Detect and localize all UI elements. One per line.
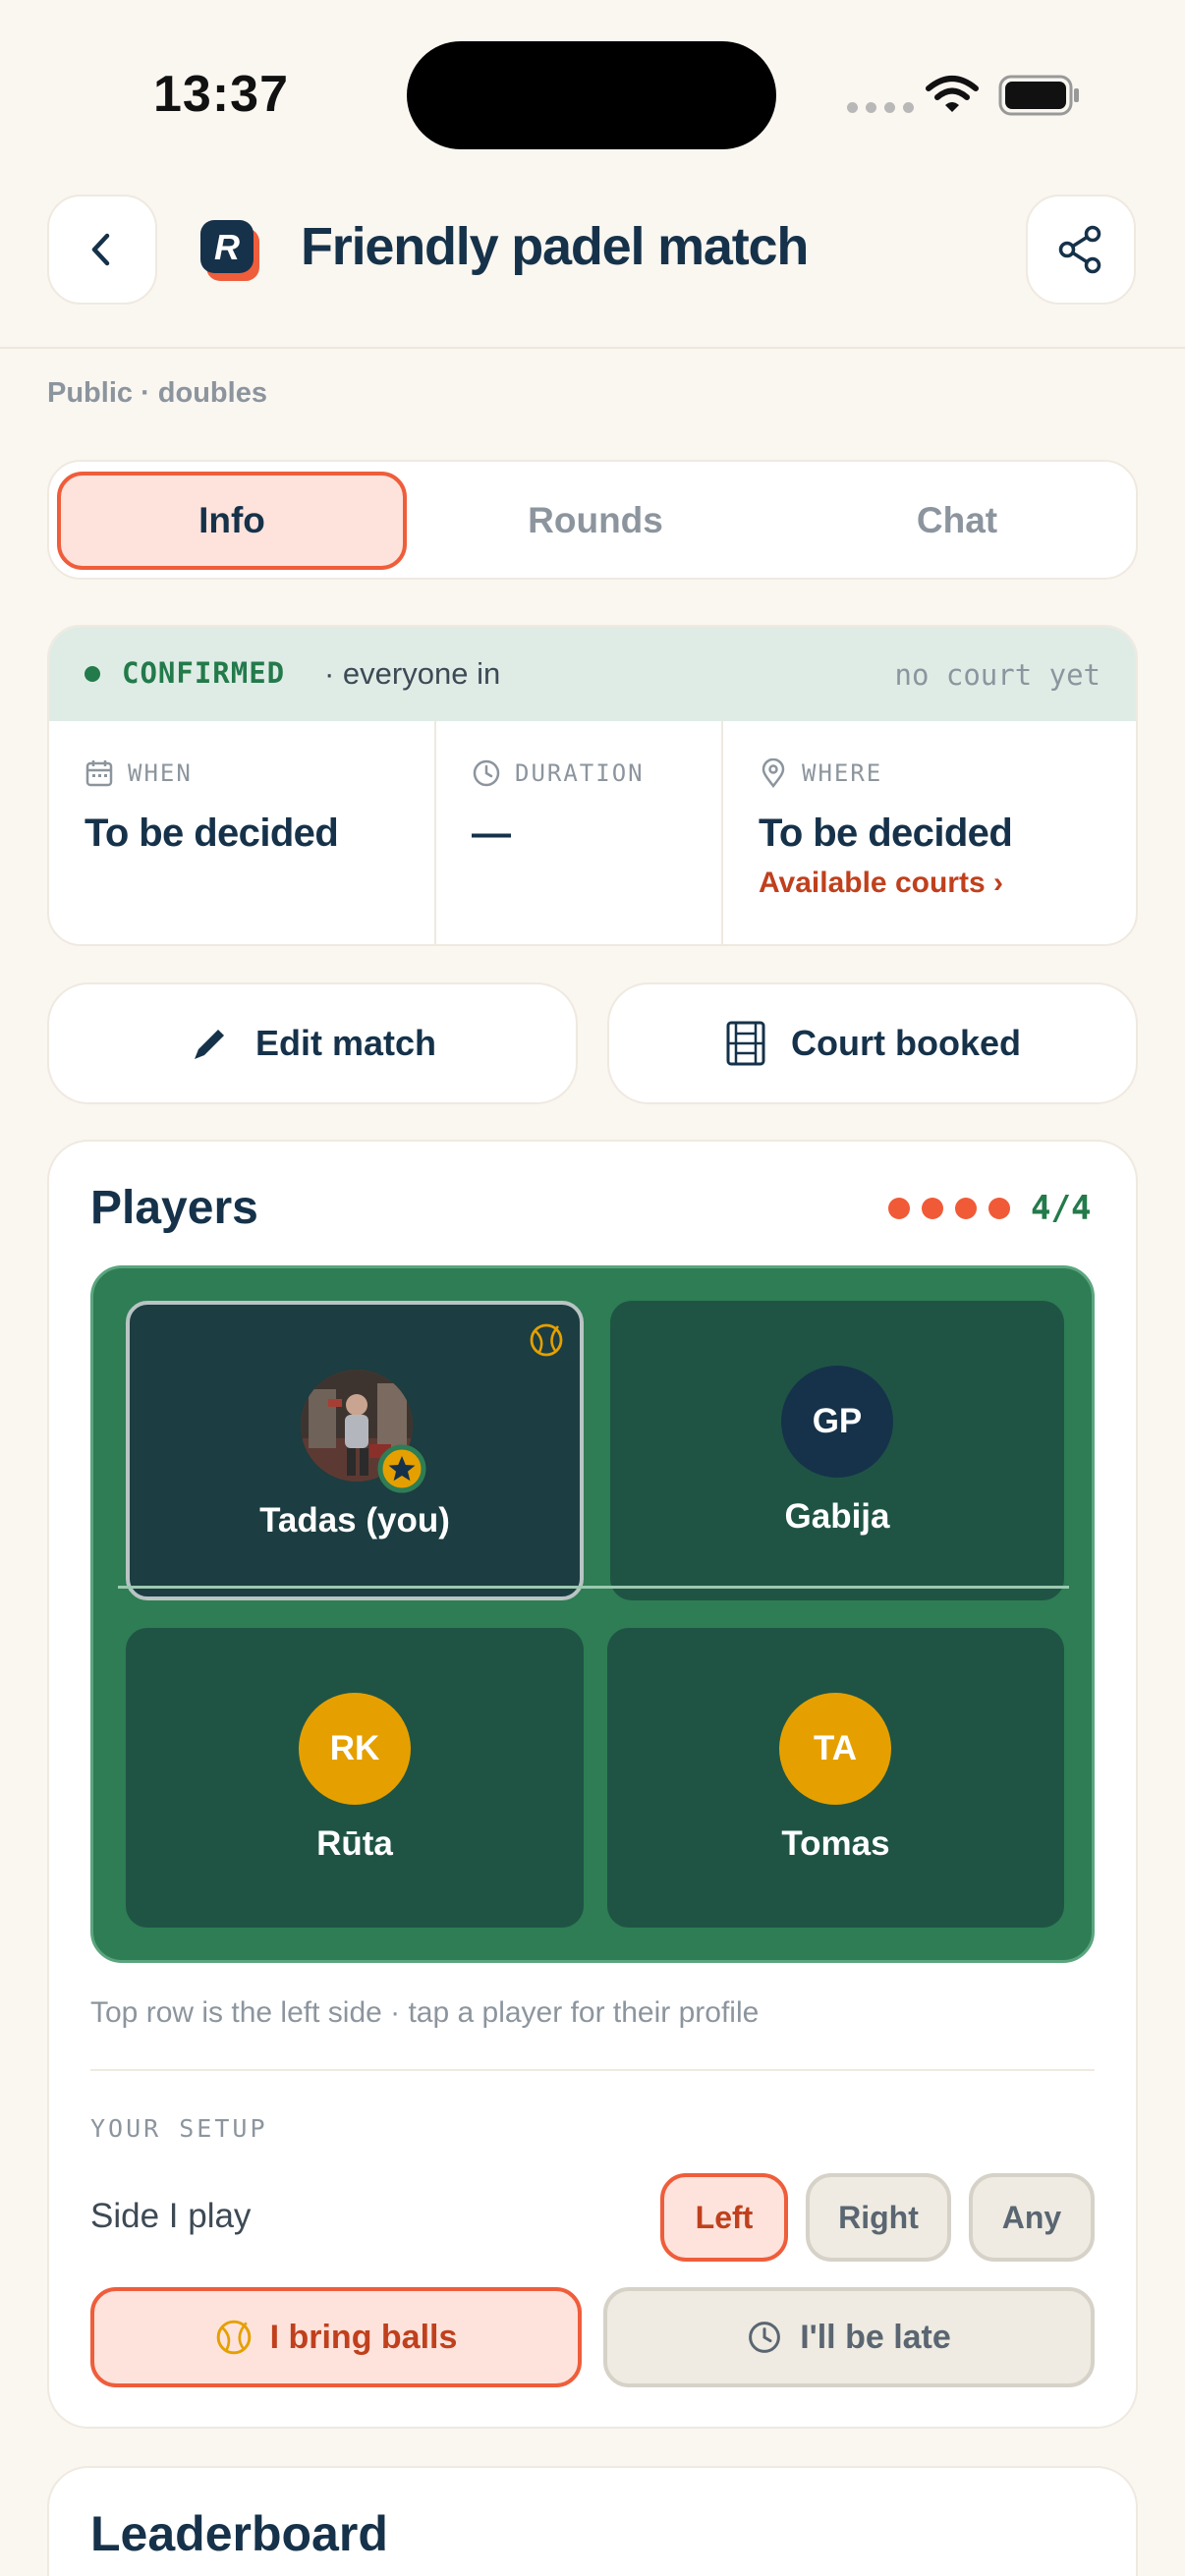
- court-icon: [726, 1021, 765, 1066]
- late-label: I'll be late: [800, 2318, 951, 2356]
- player-avatar: GP: [781, 1366, 893, 1478]
- where-label: WHERE: [802, 759, 883, 787]
- court-net-line: [118, 1586, 1069, 1589]
- side-left-chip[interactable]: Left: [660, 2173, 788, 2262]
- side-right-chip[interactable]: Right: [806, 2173, 951, 2262]
- players-title: Players: [90, 1182, 258, 1234]
- edit-match-label: Edit match: [254, 1023, 437, 1063]
- player-slot-3[interactable]: RK Rūta: [126, 1628, 584, 1928]
- player-slot-2[interactable]: GP Gabija: [610, 1301, 1064, 1600]
- ball-icon: [530, 1323, 563, 1357]
- host-star-icon: [377, 1444, 426, 1493]
- available-courts-link[interactable]: Available courts ›: [759, 867, 1003, 900]
- player-slot-you[interactable]: Tadas (you): [126, 1301, 584, 1600]
- player-name: Tadas (you): [259, 1501, 450, 1540]
- court-caption: Top row is the left side · tap a player …: [90, 1996, 760, 2029]
- tab-info[interactable]: Info: [57, 472, 407, 570]
- back-button[interactable]: [47, 195, 157, 305]
- side-i-play-label: Side I play: [90, 2197, 252, 2235]
- duration-column: DURATION —: [434, 721, 721, 944]
- padel-court: Tadas (you) GP Gabija RK Rūta TA Tomas: [90, 1265, 1095, 1963]
- when-column: WHEN To be decided: [49, 721, 434, 944]
- player-avatar: TA: [779, 1693, 891, 1805]
- status-detail: · everyone in: [324, 656, 501, 691]
- svg-text:R: R: [214, 227, 240, 267]
- player-avatar: RK: [299, 1693, 411, 1805]
- player-name: Rūta: [316, 1824, 393, 1863]
- share-icon: [1058, 225, 1101, 274]
- status-bar-time: 13:37: [153, 66, 289, 123]
- section-divider: [90, 2069, 1095, 2071]
- share-button[interactable]: [1026, 195, 1136, 305]
- court-note: no court yet: [894, 658, 1100, 692]
- court-booked-button[interactable]: Court booked: [607, 982, 1138, 1104]
- wifi-icon: [926, 76, 979, 112]
- player-slot-4[interactable]: TA Tomas: [607, 1628, 1064, 1928]
- location-pin-icon: [762, 758, 785, 788]
- player-slots-indicator: [888, 1198, 1010, 1219]
- tab-bar: Info Rounds Chat: [47, 460, 1138, 580]
- player-name: Tomas: [781, 1824, 890, 1863]
- tab-chat[interactable]: Chat: [782, 472, 1132, 570]
- clock-icon: [473, 759, 500, 787]
- leaderboard-title: Leaderboard: [90, 2506, 388, 2561]
- calendar-icon: [85, 760, 113, 787]
- side-any-chip[interactable]: Any: [969, 2173, 1095, 2262]
- edit-match-button[interactable]: Edit match: [47, 982, 578, 1104]
- when-value: To be decided: [85, 812, 339, 855]
- clock-icon: [749, 2322, 781, 2353]
- status-state: CONFIRMED: [122, 656, 286, 690]
- when-label: WHEN: [128, 759, 193, 787]
- dynamic-island: [407, 41, 776, 149]
- player-count: 4/4: [1031, 1189, 1092, 1228]
- where-value: To be decided: [759, 812, 1013, 855]
- bring-balls-toggle[interactable]: I bring balls: [90, 2287, 582, 2387]
- ball-icon: [216, 2320, 251, 2355]
- where-column: WHERE To be decided Available courts ›: [721, 721, 1136, 944]
- bring-balls-label: I bring balls: [269, 2318, 458, 2356]
- match-visibility-format: Public · doubles: [47, 377, 267, 409]
- status-banner: CONFIRMED · everyone in no court yet: [49, 627, 1136, 721]
- your-setup-label: YOUR SETUP: [90, 2114, 268, 2143]
- pencil-icon: [194, 1030, 224, 1059]
- tab-rounds[interactable]: Rounds: [421, 472, 770, 570]
- status-dot: [85, 666, 100, 682]
- duration-label: DURATION: [515, 759, 645, 787]
- duration-value: —: [472, 812, 511, 855]
- player-name: Gabija: [784, 1497, 890, 1536]
- late-toggle[interactable]: I'll be late: [603, 2287, 1095, 2387]
- header-divider: [0, 347, 1185, 349]
- battery-icon: [998, 75, 1079, 116]
- page-title: Friendly padel match: [301, 217, 809, 276]
- app-logo: R: [200, 220, 259, 281]
- chevron-left-icon: [91, 233, 110, 266]
- cellular-signal-icon: [847, 102, 914, 113]
- match-status-card: CONFIRMED · everyone in no court yet WHE…: [47, 625, 1138, 946]
- court-booked-label: Court booked: [791, 1023, 1021, 1063]
